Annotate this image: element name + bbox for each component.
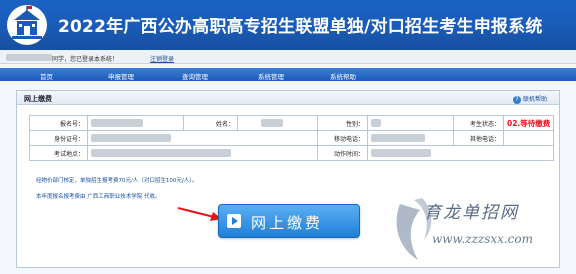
other-phone-label: 其他电话：	[453, 130, 504, 146]
id-no-label: 身份证号：	[29, 130, 88, 146]
username-redacted	[6, 54, 52, 61]
status-label: 考生状态：	[453, 115, 504, 131]
main-nav: 首页 申报管理 查询管理 系统管理 系统帮助	[0, 68, 576, 81]
mobile-value	[367, 130, 454, 146]
panel-title: 网上缴费	[24, 95, 52, 103]
table-row: 报名号： 姓名： 性别： 考生状态： 02.等待缴费	[29, 115, 554, 131]
nav-item-home[interactable]: 首页	[40, 71, 53, 81]
online-help-link[interactable]: ? 联机帮助	[512, 94, 547, 104]
red-arrow-icon	[177, 207, 222, 221]
nav-item-application[interactable]: 申报管理	[108, 71, 134, 81]
logout-link[interactable]: 注销登录	[150, 54, 174, 63]
watermark-url: www.zzzsxx.com	[432, 232, 534, 246]
exam-no-value	[87, 115, 184, 131]
collector-notice-suffix: 代收。	[142, 194, 161, 200]
table-row: 身份证号： 移动电话： 其他电话：	[29, 130, 554, 146]
collector-notice: 本年度报名报考费由 广西工商职业技术学院 代收。	[36, 192, 161, 200]
other-phone-value	[503, 130, 554, 146]
name-label: 姓名：	[183, 115, 238, 131]
online-payment-button[interactable]: 网上缴费	[218, 204, 360, 238]
table-row: 考试地点： 动作时间：	[29, 145, 554, 161]
gender-label: 性别：	[317, 115, 368, 131]
user-bar: 同学，您已登录本系统！ 注销登录	[0, 50, 576, 64]
status-value: 02.等待缴费	[503, 115, 554, 131]
school-building-icon	[7, 5, 47, 45]
panel-header: 网上缴费 ? 联机帮助	[17, 91, 559, 105]
welcome-text: 同学，您已登录本系统！	[52, 56, 119, 63]
online-help-label: 联机帮助	[522, 96, 547, 103]
app-header: 2022年广西公办高职高专招生联盟单独/对口招生考生申报系统	[0, 0, 576, 50]
fee-notice: 经物价部门核定，单独招生报考费70元/人（对口招生100元/人）。	[36, 178, 198, 184]
gender-value	[367, 115, 454, 131]
id-no-value	[87, 130, 318, 146]
action-time-value	[367, 145, 554, 161]
system-title: 2022年广西公办高职高专招生联盟单独/对口招生考生申报系统	[58, 17, 543, 37]
exam-site-label: 考试地点：	[29, 145, 88, 161]
action-time-label: 动作时间：	[317, 145, 368, 161]
help-icon: ?	[512, 95, 521, 104]
nav-item-system[interactable]: 系统管理	[258, 71, 284, 81]
online-payment-label: 网上缴费	[251, 214, 324, 232]
candidate-info-table: 报名号： 姓名： 性别： 考生状态： 02.等待缴费 身份证号： 移动电话： 其…	[29, 115, 554, 161]
nav-item-help[interactable]: 系统帮助	[330, 71, 356, 81]
play-icon	[227, 214, 241, 228]
exam-site-value	[87, 145, 318, 161]
collector-school: 广西工商职业技术学院	[87, 194, 143, 200]
mobile-label: 移动电话：	[317, 130, 368, 146]
status-badge: 02.等待缴费	[507, 118, 551, 128]
name-value	[237, 115, 318, 131]
exam-no-label: 报名号：	[29, 115, 88, 131]
watermark-text: 育龙单招网	[424, 203, 519, 223]
collector-notice-prefix: 本年度报名报考费由	[36, 194, 88, 200]
nav-item-query[interactable]: 查询管理	[182, 71, 208, 81]
